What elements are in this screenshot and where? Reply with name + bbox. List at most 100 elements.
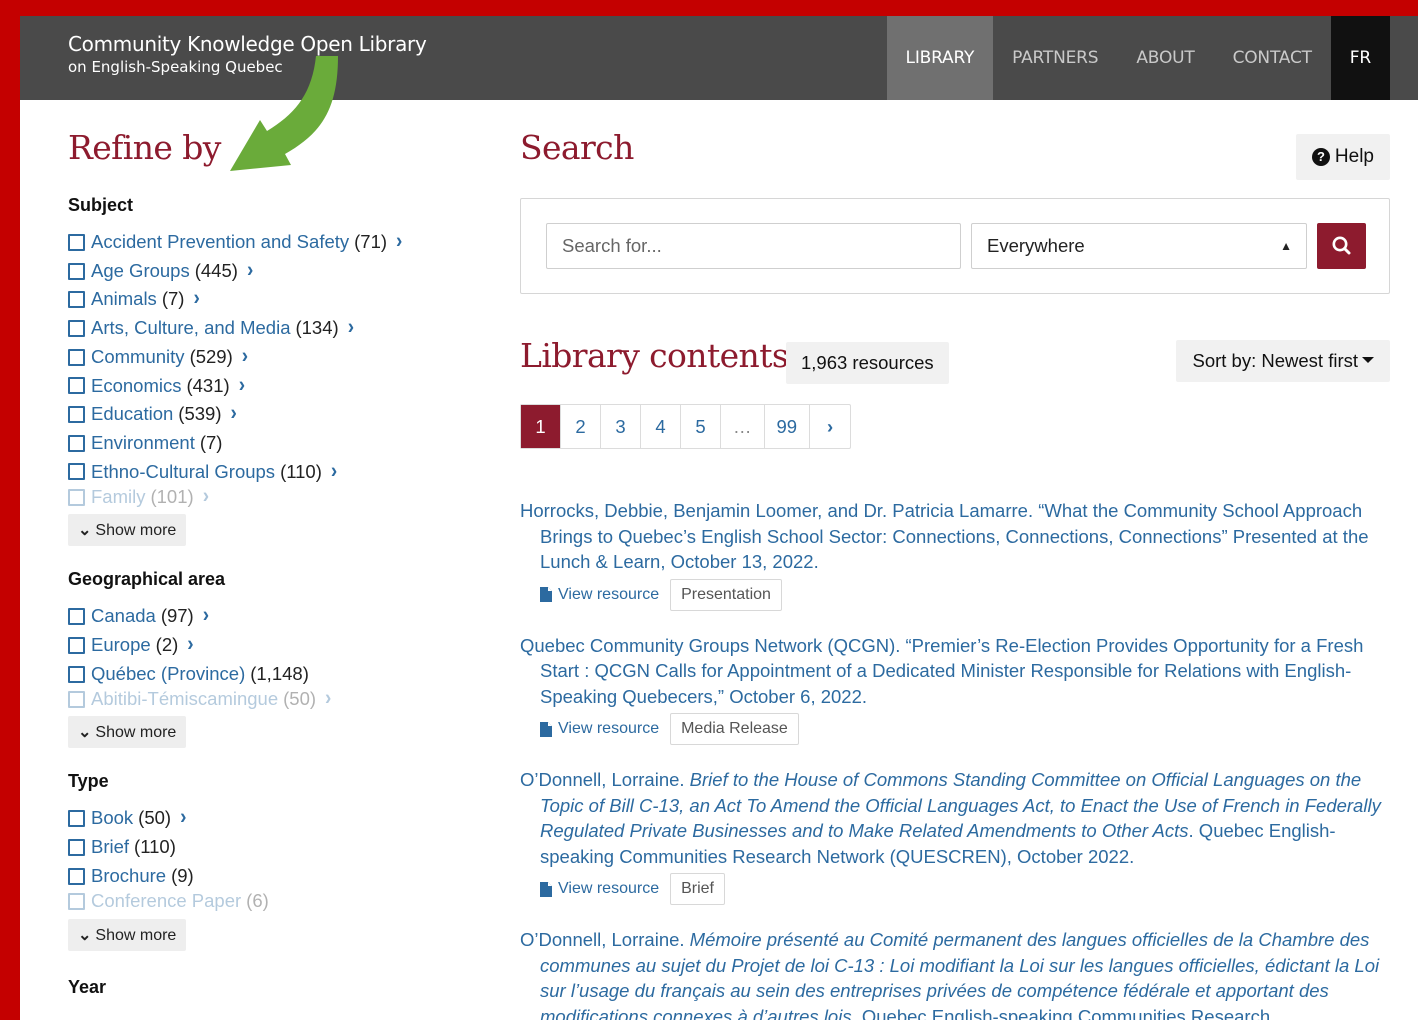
- view-resource-link[interactable]: View resource: [540, 586, 659, 604]
- nav-partners[interactable]: PARTNERS: [993, 16, 1117, 100]
- facet-option[interactable]: Age Groups (445) ›: [68, 257, 458, 286]
- checkbox[interactable]: [68, 262, 85, 280]
- checkbox[interactable]: [68, 233, 85, 251]
- facet-option[interactable]: Conference Paper (6): [68, 891, 458, 913]
- nav-language-fr[interactable]: FR: [1330, 16, 1390, 100]
- search-input[interactable]: [546, 223, 961, 269]
- checkbox[interactable]: [68, 348, 85, 366]
- facet-option-label[interactable]: Abitibi-Témiscamingue: [91, 688, 278, 710]
- facet-option-label[interactable]: Ethno-Cultural Groups: [91, 458, 275, 487]
- facet-option[interactable]: Québec (Province) (1,148): [68, 660, 458, 689]
- view-resource-label[interactable]: View resource: [558, 880, 659, 898]
- facet-option[interactable]: Education (539) ›: [68, 400, 458, 429]
- nav-about[interactable]: ABOUT: [1117, 16, 1213, 100]
- chevron-right-icon[interactable]: ›: [242, 341, 248, 373]
- facet-option[interactable]: Europe (2) ›: [68, 631, 458, 660]
- facet-option-label[interactable]: Animals: [91, 285, 157, 314]
- view-resource-label[interactable]: View resource: [558, 586, 659, 604]
- checkbox[interactable]: [68, 893, 85, 911]
- facet-option-label[interactable]: Accident Prevention and Safety: [91, 228, 349, 257]
- chevron-right-icon[interactable]: ›: [180, 803, 186, 835]
- nav-contact[interactable]: CONTACT: [1214, 16, 1331, 100]
- checkbox[interactable]: [68, 665, 85, 683]
- search-button[interactable]: [1317, 223, 1366, 269]
- chevron-right-icon[interactable]: ›: [203, 486, 209, 508]
- help-button[interactable]: ? Help: [1295, 134, 1390, 180]
- facet-option-label[interactable]: Family: [91, 486, 145, 508]
- chevron-right-icon[interactable]: ›: [231, 399, 237, 431]
- facet-option-label[interactable]: Age Groups: [91, 257, 190, 286]
- chevron-right-icon[interactable]: ›: [247, 255, 253, 287]
- facet-option[interactable]: Accident Prevention and Safety (71) ›: [68, 228, 458, 257]
- chevron-right-icon[interactable]: ›: [203, 601, 209, 633]
- facet-option[interactable]: Economics (431) ›: [68, 372, 458, 401]
- chevron-right-icon[interactable]: ›: [239, 370, 245, 402]
- page-link-1[interactable]: 1: [521, 405, 561, 448]
- chevron-right-icon[interactable]: ›: [396, 227, 402, 259]
- facet-option-label[interactable]: Brief: [91, 833, 129, 862]
- chevron-right-icon[interactable]: ›: [193, 284, 199, 316]
- checkbox[interactable]: [68, 690, 85, 708]
- site-subtitle[interactable]: on English-Speaking Quebec: [68, 58, 427, 76]
- page-link-2[interactable]: 2: [561, 405, 601, 448]
- facet-option-label[interactable]: Québec (Province): [91, 660, 245, 689]
- show-more-button[interactable]: ⌄ Show more: [68, 514, 187, 547]
- site-brand[interactable]: Community Knowledge Open Library on Engl…: [68, 32, 427, 76]
- result-citation[interactable]: Horrocks, Debbie, Benjamin Loomer, and D…: [520, 498, 1390, 575]
- facet-option-label[interactable]: Environment: [91, 429, 195, 458]
- view-resource-link[interactable]: View resource: [540, 720, 659, 738]
- checkbox[interactable]: [68, 488, 85, 506]
- site-title[interactable]: Community Knowledge Open Library: [68, 32, 427, 56]
- result-citation[interactable]: Quebec Community Groups Network (QCGN). …: [520, 633, 1390, 710]
- checkbox[interactable]: [68, 319, 85, 337]
- page-link-5[interactable]: 5: [681, 405, 721, 448]
- chevron-right-icon[interactable]: ›: [331, 456, 337, 488]
- checkbox[interactable]: [68, 291, 85, 309]
- facet-option-label[interactable]: Canada: [91, 602, 156, 631]
- checkbox[interactable]: [68, 636, 85, 654]
- result-citation[interactable]: O’Donnell, Lorraine. Mémoire présenté au…: [520, 927, 1390, 1020]
- checkbox[interactable]: [68, 463, 85, 481]
- view-resource-link[interactable]: View resource: [540, 880, 659, 898]
- facet-option[interactable]: Brochure (9): [68, 862, 458, 891]
- facet-option[interactable]: Brief (110): [68, 833, 458, 862]
- sort-dropdown[interactable]: Sort by: Newest first: [1176, 340, 1390, 382]
- checkbox[interactable]: [68, 377, 85, 395]
- result-citation[interactable]: O’Donnell, Lorraine. Brief to the House …: [520, 767, 1390, 869]
- facet-option-label[interactable]: Europe: [91, 631, 151, 660]
- chevron-right-icon[interactable]: ›: [348, 313, 354, 345]
- facet-option[interactable]: Animals (7) ›: [68, 285, 458, 314]
- facet-option[interactable]: Abitibi-Témiscamingue (50) ›: [68, 688, 458, 710]
- checkbox[interactable]: [68, 434, 85, 452]
- facet-option-label[interactable]: Book: [91, 804, 133, 833]
- view-resource-label[interactable]: View resource: [558, 720, 659, 738]
- facet-option[interactable]: Book (50) ›: [68, 804, 458, 833]
- next-page-chevron-icon[interactable]: ›: [810, 405, 850, 448]
- page-link-4[interactable]: 4: [641, 405, 681, 448]
- checkbox[interactable]: [68, 867, 85, 885]
- chevron-right-icon[interactable]: ›: [325, 688, 331, 710]
- facet-option-label[interactable]: Economics: [91, 372, 181, 401]
- facet-option-label[interactable]: Arts, Culture, and Media: [91, 314, 290, 343]
- nav-library[interactable]: LIBRARY: [886, 16, 994, 100]
- page-link-3[interactable]: 3: [601, 405, 641, 448]
- facet-option[interactable]: Community (529) ›: [68, 343, 458, 372]
- checkbox[interactable]: [68, 406, 85, 424]
- show-more-button[interactable]: ⌄ Show more: [68, 716, 187, 749]
- facet-option[interactable]: Canada (97) ›: [68, 602, 458, 631]
- facet-option-label[interactable]: Community: [91, 343, 185, 372]
- checkbox[interactable]: [68, 838, 85, 856]
- facet-option-label[interactable]: Education: [91, 400, 173, 429]
- checkbox[interactable]: [68, 608, 85, 626]
- facet-option[interactable]: Family (101) ›: [68, 486, 458, 508]
- facet-option-label[interactable]: Brochure: [91, 862, 166, 891]
- facet-option[interactable]: Arts, Culture, and Media (134) ›: [68, 314, 458, 343]
- chevron-right-icon[interactable]: ›: [187, 630, 193, 662]
- facet-option[interactable]: Environment (7): [68, 429, 458, 458]
- facet-option-label[interactable]: Conference Paper: [91, 891, 241, 913]
- facet-option[interactable]: Ethno-Cultural Groups (110) ›: [68, 458, 458, 487]
- page-link-99[interactable]: 99: [765, 405, 811, 448]
- checkbox[interactable]: [68, 810, 85, 828]
- show-more-button[interactable]: ⌄ Show more: [68, 918, 187, 951]
- search-scope-select[interactable]: Everywhere ▲: [971, 223, 1307, 269]
